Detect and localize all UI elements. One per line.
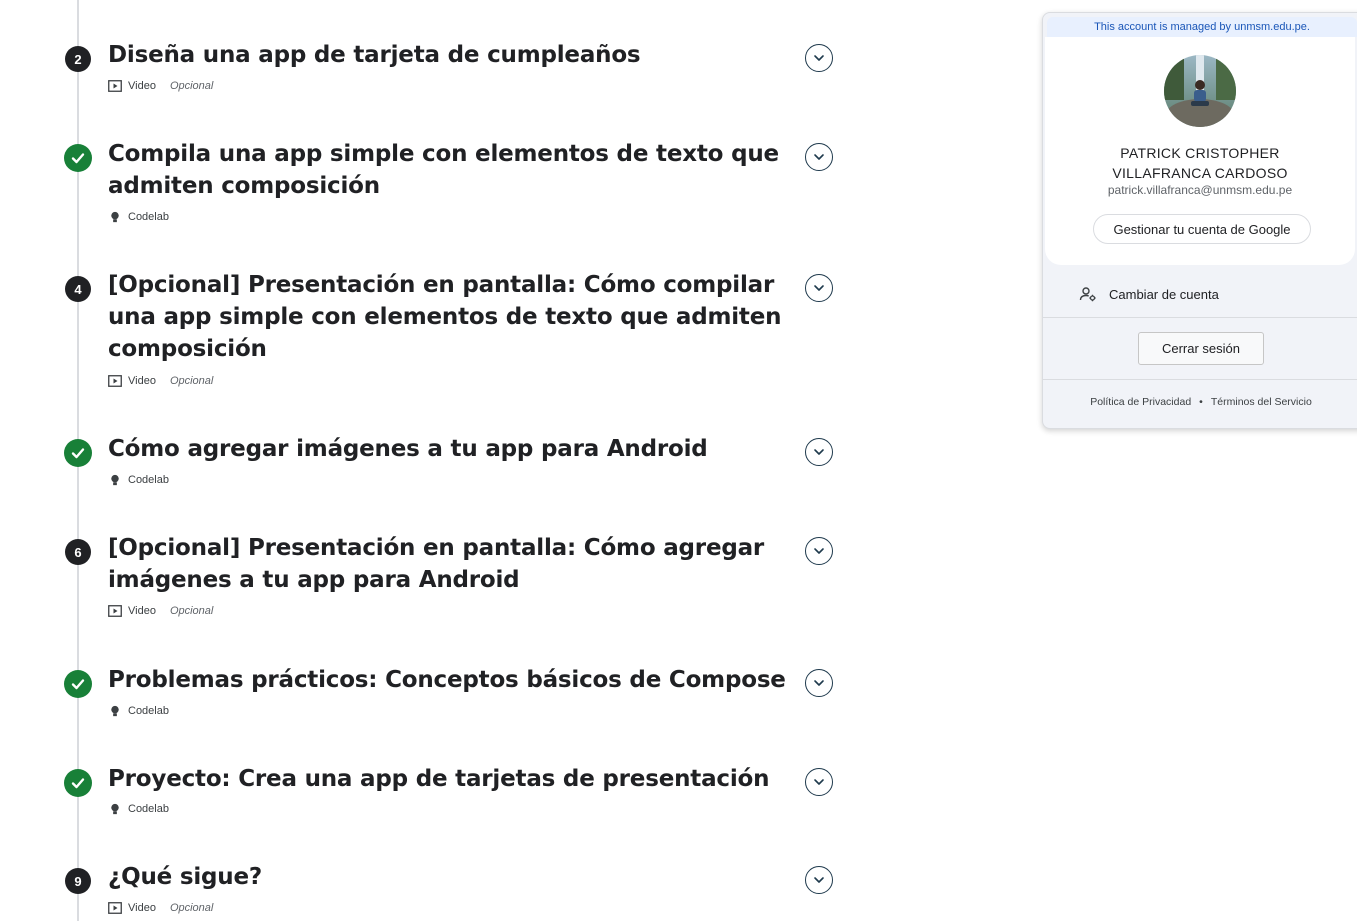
step-title[interactable]: Proyecto: Crea una app de tarjetas de pr… (108, 763, 788, 795)
account-popup: This account is managed by unmsm.edu.pe. (1042, 12, 1357, 429)
step-meta: Video Opcional (108, 605, 213, 617)
step-title[interactable]: Cómo agregar imágenes a tu app para Andr… (108, 433, 788, 465)
chevron-down-icon (814, 154, 824, 160)
optional-label: Opcional (169, 80, 214, 92)
step-meta: Codelab (108, 705, 169, 717)
privacy-policy-link[interactable]: Política de Privacidad (1090, 396, 1191, 408)
expand-step-button[interactable] (805, 274, 833, 302)
account-name: PATRICK CRISTOPHER VILLAFRANCA CARDOSO (1045, 143, 1355, 183)
codelab-bulb-icon (108, 474, 122, 486)
step-title[interactable]: Diseña una app de tarjeta de cumpleaños (108, 39, 788, 71)
sign-out-button[interactable]: Cerrar sesión (1138, 332, 1264, 365)
codelab-bulb-icon (108, 211, 122, 223)
terms-of-service-link[interactable]: Términos del Servicio (1211, 396, 1312, 408)
account-name-line2: VILLAFRANCA CARDOSO (1112, 165, 1288, 181)
codelab-bulb-icon (108, 705, 122, 717)
video-icon (108, 902, 122, 914)
completed-check-icon (64, 769, 92, 797)
step-type-label: Codelab (128, 211, 169, 223)
step-meta: Video Opcional (108, 80, 213, 92)
expand-step-button[interactable] (805, 44, 833, 72)
step-type-label: Video (128, 605, 156, 617)
optional-label: Opcional (169, 605, 214, 617)
step-title[interactable]: [Opcional] Presentación en pantalla: Cóm… (108, 269, 788, 365)
managed-account-banner: This account is managed by unmsm.edu.pe. (1047, 17, 1357, 37)
completed-check-icon (64, 144, 92, 172)
step-meta: Codelab (108, 474, 169, 486)
step-title[interactable]: Problemas prácticos: Conceptos básicos d… (108, 664, 788, 696)
video-icon (108, 80, 122, 92)
expand-step-button[interactable] (805, 669, 833, 697)
switch-account-row[interactable]: Cambiar de cuenta (1043, 271, 1357, 318)
step-type-label: Codelab (128, 803, 169, 815)
expand-step-button[interactable] (805, 537, 833, 565)
step-meta: Codelab (108, 803, 169, 815)
step-type-label: Video (128, 80, 156, 92)
account-email: patrick.villafranca@unmsm.edu.pe (1107, 183, 1293, 197)
step-title[interactable]: ¿Qué sigue? (108, 861, 788, 893)
expand-step-button[interactable] (805, 143, 833, 171)
chevron-down-icon (814, 680, 824, 686)
account-card: PATRICK CRISTOPHER VILLAFRANCA CARDOSO p… (1045, 37, 1355, 265)
manage-accounts-icon (1079, 286, 1097, 302)
chevron-down-icon (814, 779, 824, 785)
completed-check-icon (64, 439, 92, 467)
chevron-down-icon (814, 285, 824, 291)
step-meta: Video Opcional (108, 902, 213, 914)
codelab-bulb-icon (108, 803, 122, 815)
footer-separator: • (1199, 396, 1203, 408)
step-number-badge: 2 (65, 46, 91, 72)
manage-google-account-button[interactable]: Gestionar tu cuenta de Google (1093, 214, 1311, 244)
step-meta: Video Opcional (108, 375, 213, 387)
step-number-badge: 6 (65, 539, 91, 565)
step-type-label: Video (128, 902, 156, 914)
chevron-down-icon (814, 877, 824, 883)
chevron-down-icon (814, 449, 824, 455)
optional-label: Opcional (169, 902, 214, 914)
step-type-label: Codelab (128, 474, 169, 486)
video-icon (108, 605, 122, 617)
step-number-badge: 9 (65, 868, 91, 894)
expand-step-button[interactable] (805, 768, 833, 796)
divider (1043, 379, 1357, 380)
step-title[interactable]: [Opcional] Presentación en pantalla: Cóm… (108, 532, 788, 596)
optional-label: Opcional (169, 375, 214, 387)
step-number-badge: 4 (65, 276, 91, 302)
completed-check-icon (64, 670, 92, 698)
expand-step-button[interactable] (805, 866, 833, 894)
page: 2 Diseña una app de tarjeta de cumpleaño… (0, 0, 1357, 921)
chevron-down-icon (814, 548, 824, 554)
chevron-down-icon (814, 55, 824, 61)
switch-account-label: Cambiar de cuenta (1109, 286, 1219, 302)
video-icon (108, 375, 122, 387)
step-meta: Codelab (108, 211, 169, 223)
step-type-label: Video (128, 375, 156, 387)
account-name-line1: PATRICK CRISTOPHER (1120, 145, 1280, 161)
expand-step-button[interactable] (805, 438, 833, 466)
step-type-label: Codelab (128, 705, 169, 717)
avatar (1164, 55, 1236, 127)
step-title[interactable]: Compila una app simple con elementos de … (108, 138, 788, 202)
footer-links: Política de Privacidad • Términos del Se… (1043, 396, 1357, 408)
